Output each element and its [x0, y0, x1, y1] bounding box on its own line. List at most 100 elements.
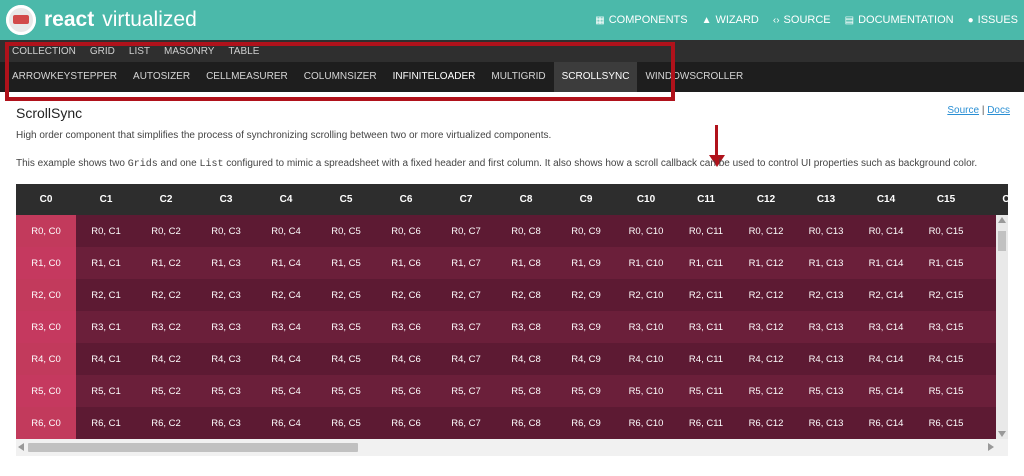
grid-cell[interactable]: R0, C5 — [316, 215, 376, 247]
grid-cell[interactable]: R0, C10 — [616, 215, 676, 247]
grid-cell[interactable]: R2, C10 — [616, 279, 676, 311]
grid-cell[interactable]: R1, C6 — [376, 247, 436, 279]
grid-cell[interactable]: R3, C10 — [616, 311, 676, 343]
grid-cell[interactable]: R3, C6 — [376, 311, 436, 343]
grid-cell[interactable]: R6, C1 — [76, 407, 136, 439]
grid-cell[interactable]: R6, C9 — [556, 407, 616, 439]
scroll-up-icon[interactable] — [998, 217, 1006, 223]
grid-cell[interactable]: R1, C4 — [256, 247, 316, 279]
grid-cell[interactable]: R1, C3 — [196, 247, 256, 279]
topnav-issues[interactable]: ● ISSUES — [968, 14, 1018, 26]
grid-cell[interactable]: R1, C12 — [736, 247, 796, 279]
secondary-nav-multigrid[interactable]: MULTIGRID — [483, 62, 553, 92]
docs-link[interactable]: Docs — [987, 105, 1010, 116]
grid-cell[interactable]: R5, C7 — [436, 375, 496, 407]
grid-cell[interactable]: R5, C5 — [316, 375, 376, 407]
primary-nav-list[interactable]: LIST — [129, 46, 150, 57]
grid-cell[interactable]: R6, C7 — [436, 407, 496, 439]
grid-cell[interactable]: R2, C8 — [496, 279, 556, 311]
horizontal-scrollbar[interactable] — [16, 439, 1008, 456]
grid-cell[interactable]: R3, C12 — [736, 311, 796, 343]
grid-cell[interactable]: R1, C2 — [136, 247, 196, 279]
grid-cell[interactable]: R6, C5 — [316, 407, 376, 439]
grid-cell[interactable]: R6, C2 — [136, 407, 196, 439]
grid-cell[interactable]: R4, C10 — [616, 343, 676, 375]
grid-cell[interactable]: R2, C6 — [376, 279, 436, 311]
horizontal-scroll-thumb[interactable] — [28, 443, 358, 452]
secondary-nav-columnsizer[interactable]: COLUMNSIZER — [296, 62, 385, 92]
secondary-nav-infiniteloader[interactable]: INFINITELOADER — [385, 62, 484, 92]
grid-cell[interactable]: R6, C15 — [916, 407, 976, 439]
grid-cell[interactable]: R5, C3 — [196, 375, 256, 407]
grid-cell[interactable]: R4, C15 — [916, 343, 976, 375]
grid-cell[interactable]: R2, C11 — [676, 279, 736, 311]
secondary-nav-arrowkeystepper[interactable]: ARROWKEYSTEPPER — [4, 62, 125, 92]
grid-cell[interactable]: R3, C13 — [796, 311, 856, 343]
topnav-source[interactable]: ‹› SOURCE — [773, 14, 831, 26]
grid-cell[interactable]: R2, C14 — [856, 279, 916, 311]
secondary-nav-cellmeasurer[interactable]: CELLMEASURER — [198, 62, 296, 92]
primary-nav-collection[interactable]: COLLECTION — [12, 46, 76, 57]
grid-cell[interactable]: R5, C6 — [376, 375, 436, 407]
grid-cell[interactable]: R1, C9 — [556, 247, 616, 279]
row-header-cell[interactable]: R2, C0 — [16, 279, 76, 311]
grid-cell[interactable]: R0, C4 — [256, 215, 316, 247]
row-header-cell[interactable]: R4, C0 — [16, 343, 76, 375]
grid-cell[interactable]: R2, C13 — [796, 279, 856, 311]
grid-cell[interactable]: R0, C3 — [196, 215, 256, 247]
grid-cell[interactable]: R1, C5 — [316, 247, 376, 279]
grid-cell[interactable]: R1, C14 — [856, 247, 916, 279]
grid-cell[interactable]: R1, C13 — [796, 247, 856, 279]
grid-cell[interactable]: R3, C8 — [496, 311, 556, 343]
grid-cell[interactable]: R3, C5 — [316, 311, 376, 343]
grid-cell[interactable]: R4, C7 — [436, 343, 496, 375]
primary-nav-table[interactable]: TABLE — [228, 46, 259, 57]
grid-cell[interactable]: R6, C11 — [676, 407, 736, 439]
topnav-documentation[interactable]: ▤ DOCUMENTATION — [845, 14, 954, 26]
logo-icon[interactable] — [6, 5, 36, 35]
grid-cell[interactable]: R5, C9 — [556, 375, 616, 407]
grid-cell[interactable]: R0, C9 — [556, 215, 616, 247]
grid-cell[interactable]: R4, C12 — [736, 343, 796, 375]
grid-cell[interactable]: R2, C4 — [256, 279, 316, 311]
secondary-nav-windowscroller[interactable]: WINDOWSCROLLER — [637, 62, 751, 92]
grid-cell[interactable]: R0, C7 — [436, 215, 496, 247]
grid-cell[interactable]: R0, C12 — [736, 215, 796, 247]
grid-cell[interactable]: R5, C14 — [856, 375, 916, 407]
grid-cell[interactable]: R0, C11 — [676, 215, 736, 247]
grid-cell[interactable]: R0, C13 — [796, 215, 856, 247]
grid-cell[interactable]: R1, C1 — [76, 247, 136, 279]
grid-cell[interactable]: R1, C11 — [676, 247, 736, 279]
grid-cell[interactable]: R4, C13 — [796, 343, 856, 375]
topnav-components[interactable]: ▦ COMPONENTS — [595, 14, 687, 26]
grid-cell[interactable]: R0, C8 — [496, 215, 556, 247]
grid-cell[interactable]: R5, C11 — [676, 375, 736, 407]
grid-body[interactable]: R0, C0 R0, C1 R0, C2 R0, C3 R0, C4 R0, C5 R0, … — [16, 215, 1008, 439]
grid-cell[interactable]: R2, C15 — [916, 279, 976, 311]
grid-cell[interactable]: R4, C1 — [76, 343, 136, 375]
grid-cell[interactable]: R3, C1 — [76, 311, 136, 343]
primary-nav-masonry[interactable]: MASONRY — [164, 46, 214, 57]
grid-cell[interactable]: R3, C3 — [196, 311, 256, 343]
brand-name-light[interactable]: virtualized — [102, 8, 197, 32]
grid-cell[interactable]: R1, C7 — [436, 247, 496, 279]
grid-cell[interactable]: R0, C14 — [856, 215, 916, 247]
grid-cell[interactable]: R3, C4 — [256, 311, 316, 343]
grid-cell[interactable]: R6, C14 — [856, 407, 916, 439]
vertical-scrollbar[interactable] — [996, 215, 1008, 439]
grid-cell[interactable]: R0, C1 — [76, 215, 136, 247]
grid-cell[interactable]: R2, C5 — [316, 279, 376, 311]
grid-cell[interactable]: R6, C12 — [736, 407, 796, 439]
grid-cell[interactable]: R1, C15 — [916, 247, 976, 279]
grid-cell[interactable]: R5, C4 — [256, 375, 316, 407]
grid-cell[interactable]: R0, C6 — [376, 215, 436, 247]
grid-cell[interactable]: R3, C2 — [136, 311, 196, 343]
row-header-cell[interactable]: R5, C0 — [16, 375, 76, 407]
grid-cell[interactable]: R5, C2 — [136, 375, 196, 407]
grid-cell[interactable]: R2, C1 — [76, 279, 136, 311]
grid-cell[interactable]: R3, C14 — [856, 311, 916, 343]
secondary-nav-autosizer[interactable]: AUTOSIZER — [125, 62, 198, 92]
grid-cell[interactable]: R4, C2 — [136, 343, 196, 375]
grid-cell[interactable]: R5, C10 — [616, 375, 676, 407]
grid-cell[interactable]: R6, C3 — [196, 407, 256, 439]
